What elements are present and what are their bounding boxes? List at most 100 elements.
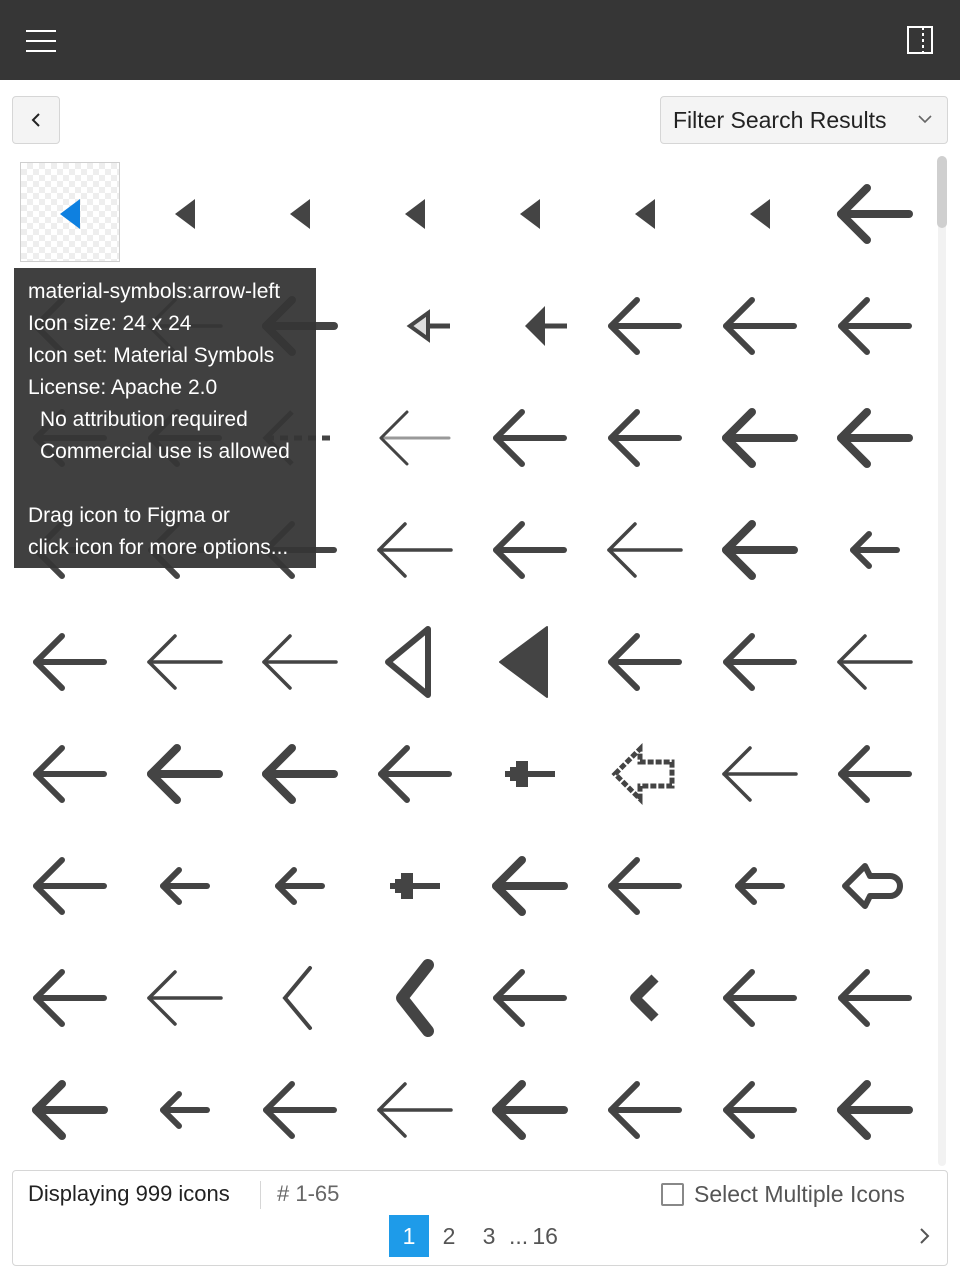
icon-tile[interactable] xyxy=(817,830,932,942)
select-multiple-toggle[interactable]: Select Multiple Icons xyxy=(661,1181,905,1208)
arrow-left-icon xyxy=(492,409,567,467)
icon-tile[interactable] xyxy=(472,830,587,942)
icon-tile[interactable] xyxy=(357,830,472,942)
icon-tile[interactable] xyxy=(587,382,702,494)
icon-tile[interactable] xyxy=(587,718,702,830)
icon-tile[interactable] xyxy=(472,942,587,1054)
icon-tile[interactable] xyxy=(127,1054,242,1166)
icon-tile[interactable] xyxy=(817,942,932,1054)
icon-tile[interactable] xyxy=(587,606,702,718)
tooltip-icon-name: material-symbols:arrow-left xyxy=(28,280,281,303)
arrow-left-icon xyxy=(389,873,440,899)
icon-tile[interactable] xyxy=(357,1054,472,1166)
icon-tooltip: material-symbols:arrow-left Icon size: 2… xyxy=(14,268,316,568)
page-1[interactable]: 1 xyxy=(389,1215,429,1257)
arrow-left-icon xyxy=(607,409,682,467)
page-2[interactable]: 2 xyxy=(429,1215,469,1257)
icon-tile[interactable] xyxy=(472,270,587,382)
icon-tile[interactable] xyxy=(357,942,472,1054)
arrow-left-icon xyxy=(606,522,683,578)
icon-tile[interactable] xyxy=(702,270,817,382)
chevron-right-icon[interactable] xyxy=(915,1226,935,1246)
icon-tile[interactable] xyxy=(587,1054,702,1166)
arrow-left-icon xyxy=(837,297,912,355)
icon-tile[interactable] xyxy=(357,382,472,494)
arrow-left-icon xyxy=(841,863,903,909)
page-3[interactable]: 3 xyxy=(469,1215,509,1257)
icon-tile[interactable] xyxy=(242,1054,357,1166)
icon-tile[interactable] xyxy=(242,830,357,942)
arrow-left-icon xyxy=(722,1081,797,1139)
icon-tile[interactable] xyxy=(817,382,932,494)
icon-tile[interactable] xyxy=(702,830,817,942)
icon-tile[interactable] xyxy=(127,158,242,270)
filter-search-results-dropdown[interactable]: Filter Search Results xyxy=(660,96,948,144)
icon-tile[interactable] xyxy=(12,1054,127,1166)
icon-tile[interactable] xyxy=(242,158,357,270)
icon-tile[interactable] xyxy=(12,718,127,830)
icon-tile[interactable] xyxy=(357,270,472,382)
icon-tile[interactable] xyxy=(472,158,587,270)
icon-tile[interactable] xyxy=(127,606,242,718)
icon-tile[interactable] xyxy=(127,942,242,1054)
footer: Displaying 999 icons # 1-65 Select Multi… xyxy=(12,1170,948,1266)
icon-tile[interactable] xyxy=(817,1054,932,1166)
icon-tile[interactable] xyxy=(587,494,702,606)
icon-tile[interactable] xyxy=(12,158,127,270)
arrow-left-icon xyxy=(610,742,674,806)
icon-tile[interactable] xyxy=(12,942,127,1054)
scrollbar[interactable] xyxy=(934,156,948,1166)
icon-tile[interactable] xyxy=(242,606,357,718)
icon-tile[interactable] xyxy=(587,942,702,1054)
icon-tile[interactable] xyxy=(817,158,932,270)
hamburger-icon[interactable] xyxy=(26,28,56,54)
icon-tile[interactable] xyxy=(472,494,587,606)
icon-tile[interactable] xyxy=(357,606,472,718)
icon-tile[interactable] xyxy=(702,1054,817,1166)
arrow-left-icon xyxy=(159,1091,210,1129)
icon-tile[interactable] xyxy=(127,830,242,942)
icon-tile[interactable] xyxy=(702,606,817,718)
icon-tile[interactable] xyxy=(702,494,817,606)
icon-tile[interactable] xyxy=(357,158,472,270)
arrow-left-icon xyxy=(32,857,107,915)
icon-tile[interactable] xyxy=(242,942,357,1054)
filter-label: Filter Search Results xyxy=(673,106,887,133)
icon-tile[interactable] xyxy=(702,382,817,494)
icon-tile[interactable] xyxy=(472,382,587,494)
icon-tile[interactable] xyxy=(587,270,702,382)
arrow-left-icon xyxy=(32,633,107,691)
icon-tile[interactable] xyxy=(12,830,127,942)
icon-tile[interactable] xyxy=(817,718,932,830)
icon-tile[interactable] xyxy=(472,606,587,718)
icon-tile[interactable] xyxy=(817,606,932,718)
icon-tile[interactable] xyxy=(817,270,932,382)
arrow-left-icon xyxy=(836,184,913,244)
icon-tile[interactable] xyxy=(357,494,472,606)
icon-tile[interactable] xyxy=(12,606,127,718)
icon-tile[interactable] xyxy=(472,1054,587,1166)
back-button[interactable] xyxy=(12,96,60,144)
icon-tile[interactable] xyxy=(587,158,702,270)
arrow-left-icon xyxy=(261,634,338,690)
tooltip-drag-hint: Drag icon to Figma or xyxy=(28,504,230,527)
page-16[interactable]: 16 xyxy=(528,1215,562,1257)
tooltip-icon-size: Icon size: 24 x 24 xyxy=(28,312,192,335)
icon-tile[interactable] xyxy=(127,718,242,830)
icon-tile[interactable] xyxy=(587,830,702,942)
arrow-left-icon xyxy=(274,867,325,905)
select-multiple-checkbox[interactable] xyxy=(661,1183,684,1206)
tooltip-click-hint: click icon for more options... xyxy=(28,536,289,559)
icon-tile[interactable] xyxy=(702,718,817,830)
arrow-left-icon xyxy=(377,745,452,803)
scrollbar-thumb[interactable] xyxy=(937,156,947,228)
icon-tile[interactable] xyxy=(357,718,472,830)
icon-tile[interactable] xyxy=(817,494,932,606)
arrow-left-icon xyxy=(504,761,555,787)
sidebar-toggle-icon[interactable] xyxy=(906,26,934,54)
arrow-left-icon xyxy=(376,522,453,578)
icon-tile[interactable] xyxy=(702,942,817,1054)
icon-tile[interactable] xyxy=(472,718,587,830)
icon-tile[interactable] xyxy=(702,158,817,270)
icon-tile[interactable] xyxy=(242,718,357,830)
